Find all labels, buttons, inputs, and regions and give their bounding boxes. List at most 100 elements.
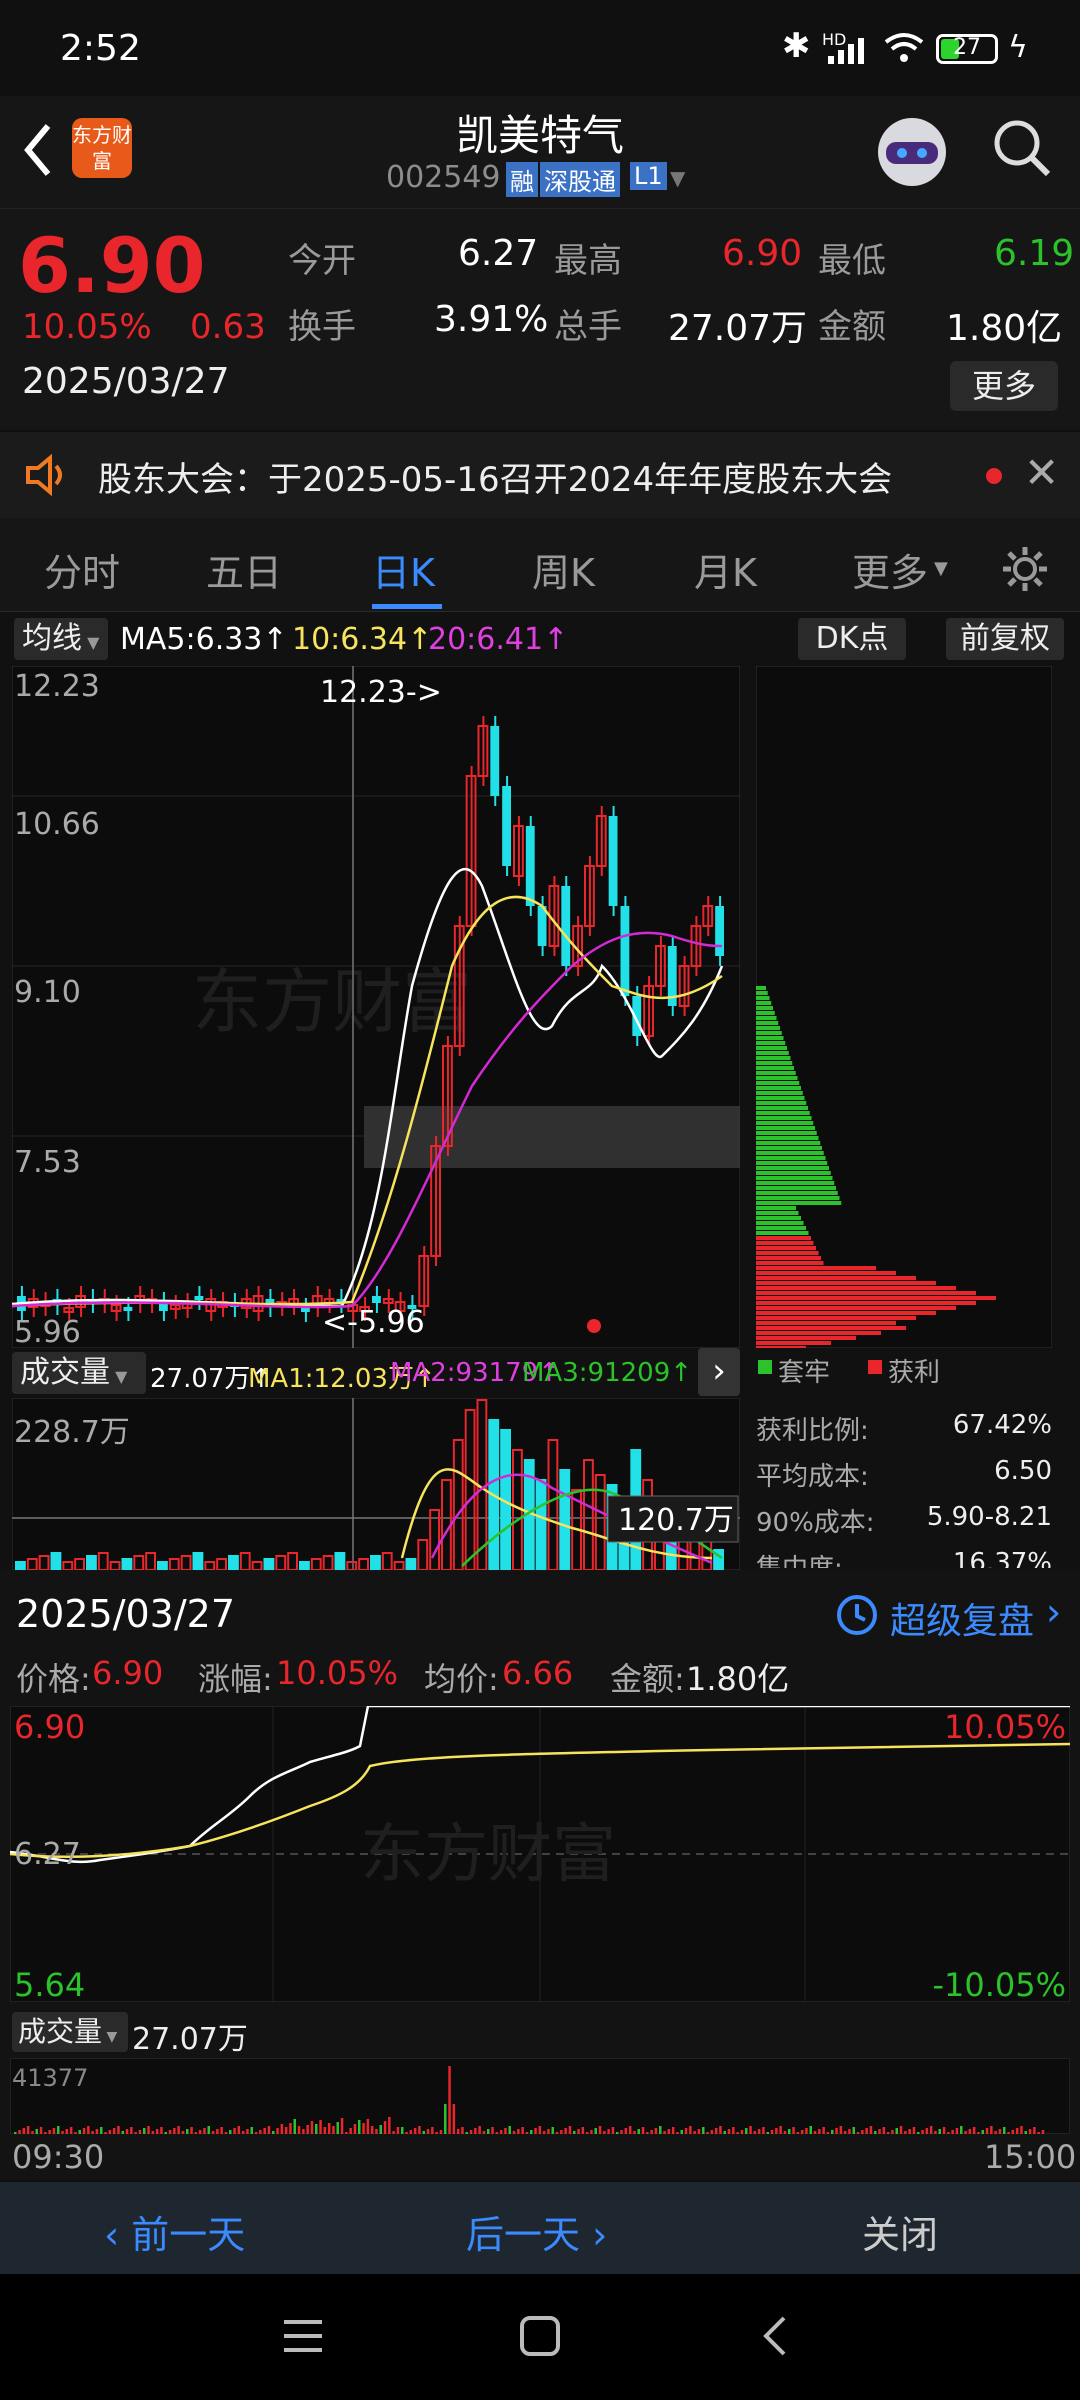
intraday-volume-bar	[444, 2104, 447, 2134]
intraday-volume-bar	[211, 2131, 215, 2134]
home-icon[interactable]	[516, 2312, 566, 2362]
event-dot[interactable]	[587, 1319, 601, 1333]
intraday-volume-select[interactable]: 成交量 ▼	[12, 2012, 128, 2052]
ma5-legend: MA5:6.33↑	[120, 622, 288, 657]
expand-arrow-button[interactable]: ›	[698, 1348, 740, 1396]
intraday-volume-bar	[31, 2131, 34, 2134]
dropdown-icon[interactable]: ▼	[670, 166, 685, 190]
tab-weekly[interactable]: 周K	[532, 542, 595, 597]
intraday-volume-bar	[65, 2129, 69, 2134]
intraday-volume-bar	[233, 2128, 236, 2134]
chip-stats: 获利比例: 67.42% 平均成本: 6.50 90%成本: 5.90-8.21…	[756, 1400, 1056, 1568]
intraday-volume-bar	[783, 2131, 787, 2134]
chip-bar	[756, 1131, 817, 1135]
intraday-volume-bar	[762, 2127, 765, 2134]
intraday-volume-bar	[474, 2128, 477, 2134]
close-icon[interactable]: ✕	[1024, 448, 1059, 497]
intraday-volume-bar	[869, 2126, 873, 2134]
tab-monthly[interactable]: 月K	[694, 542, 757, 597]
chip-bar	[756, 1181, 835, 1185]
bluetooth-icon: ✱	[782, 26, 811, 66]
chip-bar	[756, 1306, 956, 1310]
margin-tag: 融	[506, 162, 538, 197]
intraday-volume-bar	[366, 2119, 370, 2134]
intraday-volume-bar	[534, 2128, 537, 2134]
system-back-icon[interactable]	[756, 2312, 796, 2362]
intraday-volume-bar	[607, 2129, 610, 2134]
intraday-volume-bar	[530, 2130, 533, 2134]
intraday-volume-bar	[1015, 2128, 1019, 2134]
intraday-volume-bar	[194, 2132, 198, 2134]
close-button[interactable]: 关闭	[862, 2204, 938, 2259]
chip-bar	[756, 1186, 836, 1190]
intraday-volume-bar	[624, 2128, 628, 2134]
intraday-volume-bar	[882, 2127, 886, 2134]
tab-more[interactable]: 更多	[852, 542, 928, 597]
tab-daily[interactable]: 日K	[372, 542, 435, 597]
intraday-volume-bar	[246, 2129, 249, 2134]
intraday-volume-bar	[482, 2131, 486, 2134]
intraday-volume-bar	[155, 2129, 159, 2134]
history-clock-icon[interactable]	[832, 1590, 880, 1638]
more-button[interactable]: 更多	[950, 361, 1058, 411]
intraday-volume-bar	[792, 2127, 795, 2134]
intraday-volume-bar	[91, 2131, 94, 2134]
chevron-right-icon[interactable]: ›	[1046, 1590, 1061, 1634]
replay-nav-bar: ‹ 前一天 后一天 › 关闭	[0, 2182, 1080, 2274]
candle-body	[123, 1307, 133, 1311]
intraday-volume-bar	[886, 2132, 890, 2134]
super-replay-link[interactable]: 超级复盘	[890, 1592, 1034, 1644]
app-logo[interactable]: 东方财富	[72, 118, 132, 178]
intraday-volume-bar	[121, 2131, 124, 2134]
volume-indicator-select[interactable]: 成交量 ▼	[12, 1352, 146, 1394]
intraday-volume-bar	[800, 2130, 804, 2134]
intraday-volume-bar	[173, 2128, 176, 2134]
intraday-volume-bar	[160, 2127, 163, 2134]
intraday-volume-bar	[616, 2132, 619, 2134]
prev-day-button[interactable]: ‹ 前一天	[104, 2204, 245, 2259]
intraday-volume-bar	[1033, 2127, 1036, 2134]
candlestick-chart[interactable]: 东方财富 12.23 10.66 9.10 7.53 5.96 12.23-> …	[12, 666, 740, 1348]
next-day-button[interactable]: 后一天 ›	[466, 2204, 607, 2259]
back-icon[interactable]	[18, 120, 58, 180]
amount-label: 金额	[818, 307, 886, 347]
tab-five-day[interactable]: 五日	[206, 542, 282, 597]
intraday-volume-bar	[641, 2127, 645, 2134]
volume-bar	[192, 1552, 204, 1570]
chip-bar	[756, 1001, 772, 1005]
chip-bar	[756, 1091, 803, 1095]
intraday-volume-bar	[104, 2132, 107, 2134]
chip-bar	[756, 1061, 793, 1065]
indicator-select[interactable]: 均线 ▼	[14, 618, 108, 660]
volume-chart[interactable]: 228.7万 120.7万	[12, 1398, 740, 1570]
chip-bar	[756, 1201, 842, 1205]
intraday-volume-bar	[353, 2124, 357, 2134]
search-icon[interactable]	[990, 116, 1054, 180]
adjust-button[interactable]: 前复权	[946, 618, 1064, 660]
intraday-volume-bar	[340, 2118, 344, 2134]
intraday-volume-bar	[788, 2129, 791, 2134]
intraday-price-chart[interactable]: 东方财富 6.90 6.27 5.64 10.05% -10.05%	[10, 1706, 1070, 2002]
robot-assistant-icon[interactable]	[872, 112, 952, 192]
intraday-volume-bar	[538, 2126, 542, 2134]
settings-gear-icon[interactable]	[1000, 544, 1050, 594]
tab-intraday[interactable]: 分时	[44, 542, 120, 597]
quote-panel: 6.90 10.05% 0.63 2025/03/27 今开 6.27 最高 6…	[0, 208, 1080, 430]
intraday-volume-bar	[87, 2126, 90, 2134]
high-label: 最高	[554, 241, 622, 281]
active-tab-indicator	[372, 604, 442, 609]
intraday-volume-bar	[134, 2132, 137, 2134]
intraday-volume-bar	[938, 2129, 941, 2134]
chip-bar	[756, 1296, 996, 1300]
chip-bar	[756, 1216, 801, 1220]
intraday-volume-bar	[61, 2131, 64, 2134]
intraday-volume-bar	[796, 2132, 800, 2134]
intraday-volume-bar	[491, 2127, 494, 2134]
volume-bar	[559, 1469, 571, 1570]
turnover-label: 换手	[288, 307, 356, 347]
menu-icon[interactable]	[280, 2316, 330, 2356]
notice-bar[interactable]: 股东大会：于2025-05-16召开2024年年度股东大会 ✕	[0, 432, 1080, 518]
intraday-volume-bar	[168, 2130, 172, 2134]
intraday-volume-bar	[203, 2128, 206, 2134]
dk-point-button[interactable]: DK点	[798, 618, 906, 660]
